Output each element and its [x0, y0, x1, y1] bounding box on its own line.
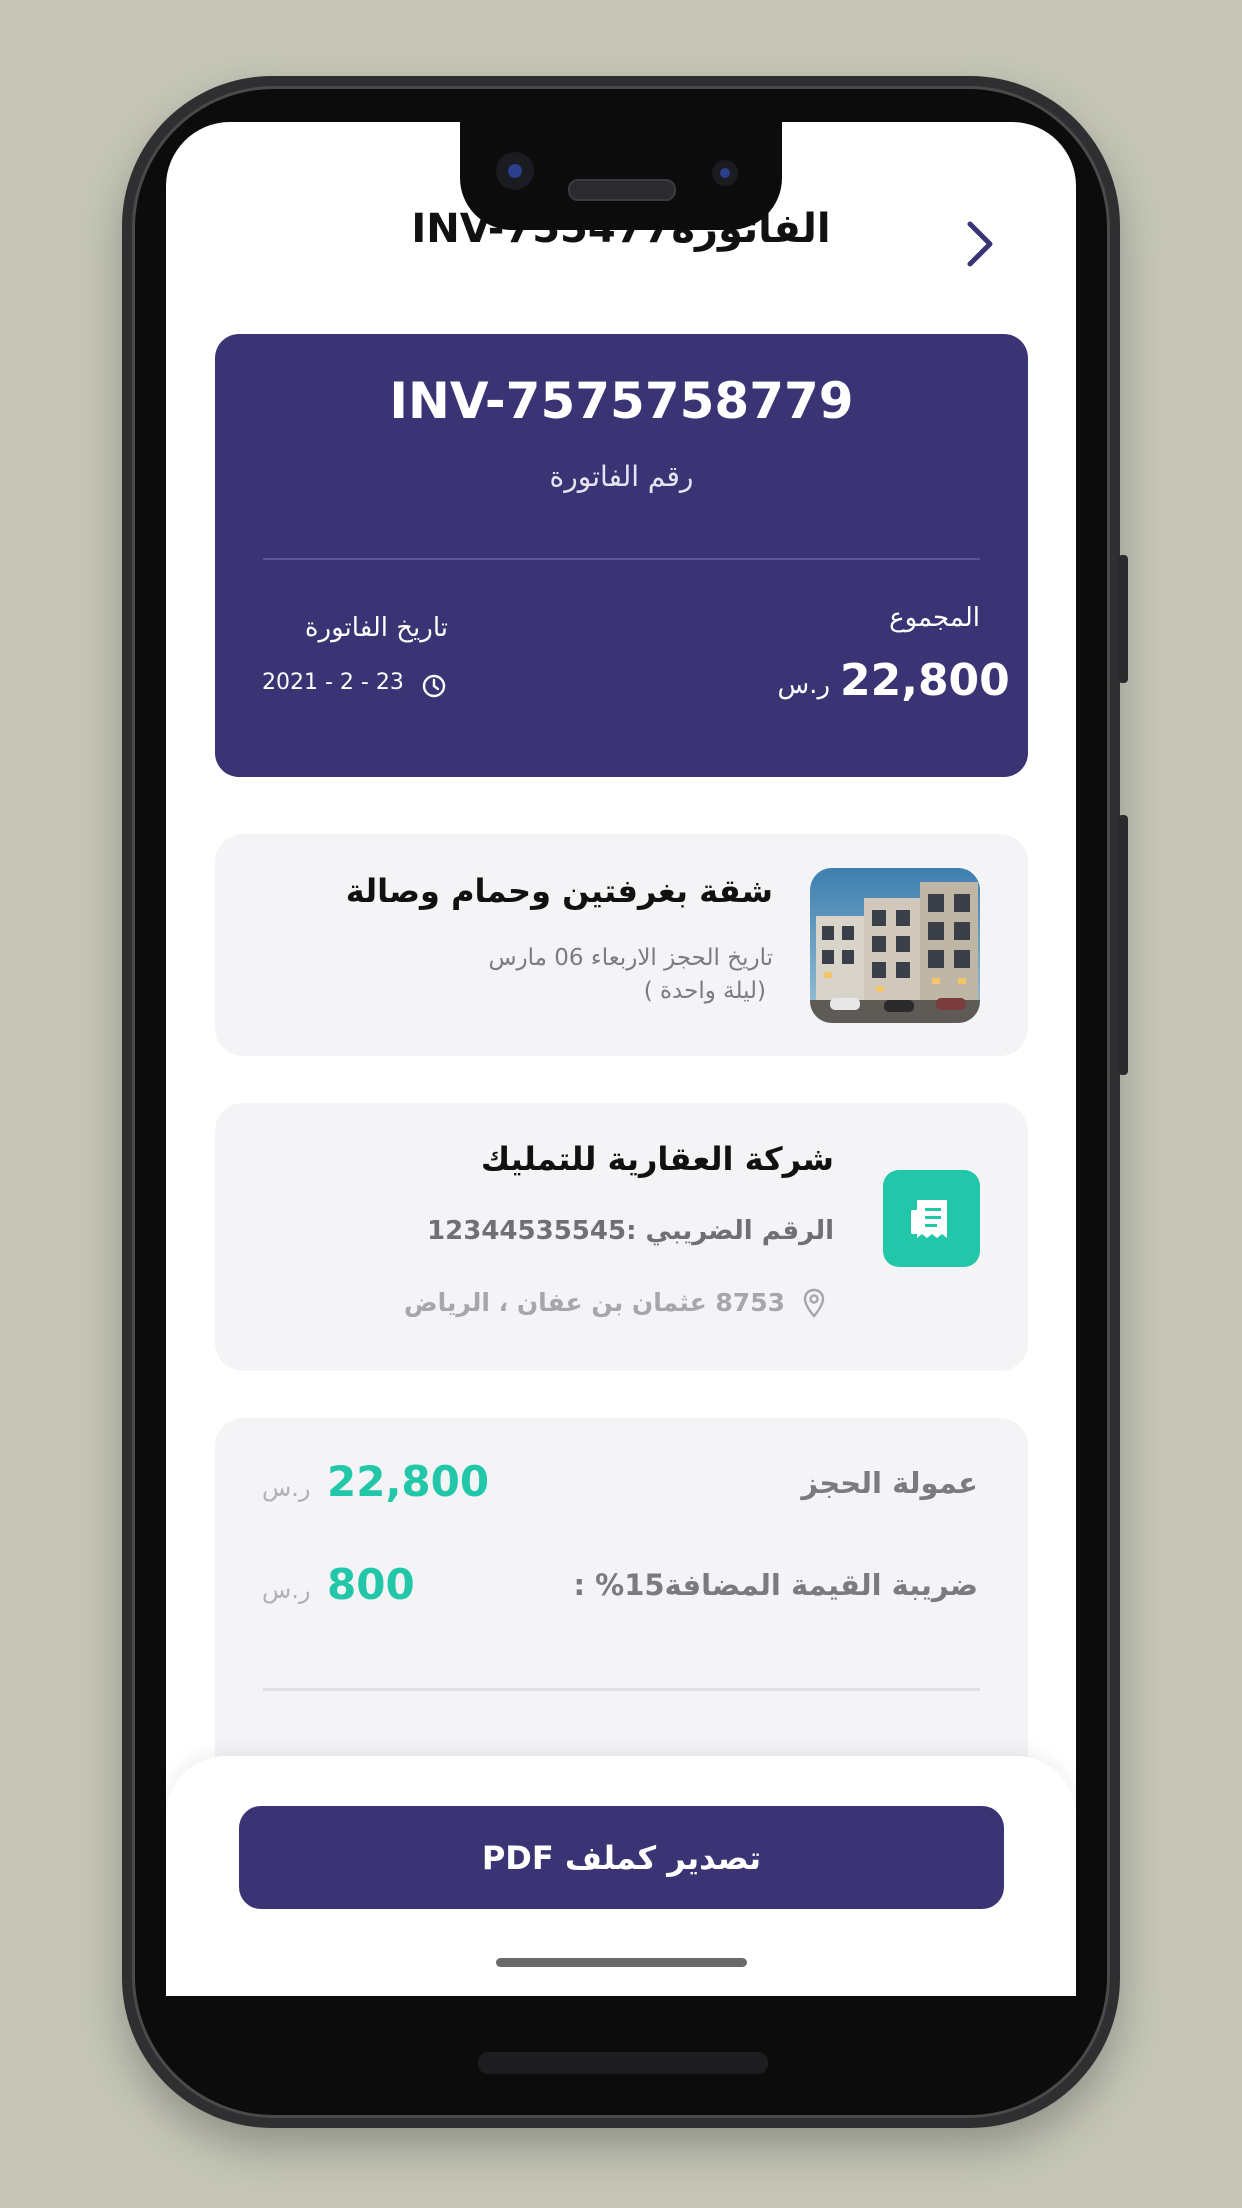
property-title: شقة بغرفتين وحمام وصالة [345, 872, 773, 910]
invoice-number-label: رقم الفاتورة [549, 460, 694, 493]
export-pdf-button[interactable]: تصدير كملف PDF [239, 1806, 1004, 1909]
card-divider [263, 558, 980, 560]
back-button[interactable] [958, 216, 1002, 272]
invoice-date-label: تاريخ الفاتورة [304, 613, 448, 643]
power-button [1118, 555, 1128, 683]
tax-number: الرقم الضريبي :12344535545 [427, 1216, 834, 1246]
booking-fee-value: 22,800 [327, 1457, 490, 1506]
camera-lens [508, 164, 522, 178]
property-image [810, 868, 980, 1023]
vat-value: 800 [327, 1560, 415, 1609]
receipt-icon [883, 1170, 980, 1267]
booking-date: تاريخ الحجز الاربعاء 06 مارس [488, 945, 773, 971]
volume-button [1118, 815, 1128, 1075]
company-address: 8753 عثمان بن عفان ، الرياض [404, 1288, 785, 1317]
invoice-date-value: 2021 - 2 - 23 [262, 670, 404, 695]
chevron-right-icon [967, 221, 993, 267]
total-value: 22,800 [840, 655, 1010, 706]
nights-count: (ليلة واحدة ) [643, 978, 766, 1004]
invoice-number: INV-7575758779 [389, 372, 854, 430]
home-indicator [496, 1958, 747, 1967]
sensor-lens [720, 168, 730, 178]
earpiece-speaker [568, 179, 676, 201]
booking-fee-currency: ر.س [262, 1474, 311, 1502]
bottom-speaker [478, 2052, 768, 2074]
clock-icon [421, 673, 447, 699]
vat-currency: ر.س [262, 1576, 311, 1604]
total-label: المجموع [889, 603, 980, 633]
company-name: شركة العقارية للتمليك [480, 1140, 834, 1178]
total-currency: ر.س [777, 670, 830, 700]
vat-label: ضريبة القيمة المضافة15% : [573, 1568, 978, 1602]
location-pin-icon [803, 1288, 825, 1318]
booking-fee-label: عمولة الحجز [801, 1466, 978, 1500]
amounts-divider [263, 1688, 980, 1691]
